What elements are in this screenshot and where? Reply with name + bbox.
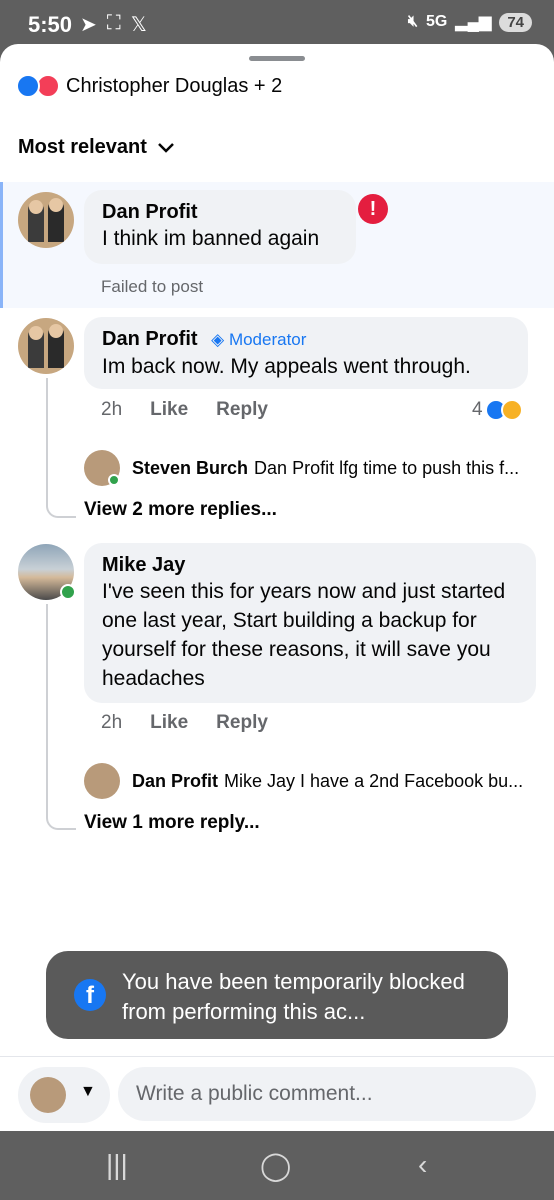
chevron-down-icon <box>158 142 174 153</box>
comment-author-name[interactable]: Dan Profit <box>102 328 198 350</box>
comment-composer: ▼ <box>0 1056 554 1131</box>
status-right: 🔇︎ 5G ▂▄▆ 74 <box>408 12 532 32</box>
x-icon: 𝕏 <box>130 14 147 36</box>
mute-icon: 🔇︎ <box>407 13 419 30</box>
battery-indicator: 74 <box>499 12 532 32</box>
comments-sheet: Christopher Douglas + 2 Most relevant Da… <box>0 44 554 1131</box>
reply-text: Mike Jay I have a 2nd Facebook bu... <box>224 770 524 791</box>
comment-bubble[interactable]: Mike Jay I've seen this for years now an… <box>84 543 536 703</box>
comment-actions: 2h Like Reply <box>101 399 268 421</box>
reply-author[interactable]: Steven Burch <box>132 458 248 479</box>
signal-icon: ▂▄▆ <box>455 14 492 31</box>
toast-message: You have been temporarily blocked from p… <box>122 969 465 1024</box>
reaction-count: 4 <box>472 399 483 420</box>
care-reaction-icon <box>500 399 523 421</box>
thread-line <box>46 438 76 518</box>
comment-input[interactable] <box>118 1067 536 1121</box>
like-reaction-icon <box>16 74 40 98</box>
comment-actions: 2h Like Reply <box>101 712 268 734</box>
caret-down-icon: ▼ <box>80 1083 96 1100</box>
failed-status: Failed to post <box>101 277 204 296</box>
back-icon[interactable]: ‹ <box>418 1149 427 1181</box>
like-button[interactable]: Like <box>150 399 188 421</box>
network-label: 5G <box>426 13 448 30</box>
comment-time: 2h <box>101 399 123 420</box>
comment-text: Im back now. My appeals went through. <box>102 355 471 378</box>
online-indicator <box>108 474 120 486</box>
screenshot-icon: ⛶ <box>106 12 121 34</box>
reply-button[interactable]: Reply <box>216 399 268 421</box>
avatar[interactable] <box>84 450 120 486</box>
notification-icons: ➤ ⛶ 𝕏 <box>80 12 147 37</box>
status-bar: 5:50 ➤ ⛶ 𝕏 🔇︎ 5G ▂▄▆ 74 <box>0 0 554 44</box>
reactions-summary[interactable]: Christopher Douglas + 2 <box>16 74 282 98</box>
error-icon[interactable]: ! <box>358 194 388 224</box>
system-nav-bar: ||| ◯ ‹ <box>0 1131 554 1200</box>
reply-button[interactable]: Reply <box>216 712 268 734</box>
sort-dropdown[interactable]: Most relevant <box>18 136 175 159</box>
thread-line <box>46 604 48 754</box>
status-time: 5:50 <box>28 12 73 37</box>
comment-time: 2h <box>101 712 123 733</box>
comment-author: Dan Profit ◈ Moderator <box>102 327 510 352</box>
avatar[interactable] <box>84 763 120 799</box>
avatar[interactable] <box>18 192 74 248</box>
comment-author[interactable]: Mike Jay <box>102 553 518 577</box>
reply-author[interactable]: Dan Profit <box>132 771 218 792</box>
avatar <box>30 1077 66 1113</box>
view-more-replies[interactable]: View 1 more reply... <box>84 812 260 834</box>
telegram-icon: ➤ <box>80 14 97 36</box>
blocked-toast: f You have been temporarily blocked from… <box>46 951 508 1039</box>
comment-text: I think im banned again <box>102 227 320 250</box>
reply-preview[interactable]: Steven Burch Dan Profit lfg time to push… <box>84 450 544 486</box>
sort-label: Most relevant <box>18 136 147 158</box>
recents-icon[interactable]: ||| <box>106 1149 128 1181</box>
account-switcher[interactable]: ▼ <box>18 1067 110 1123</box>
thread-line <box>46 754 76 830</box>
reactors-names: Christopher Douglas + 2 <box>66 74 283 97</box>
diamond-icon: ◈ <box>211 330 225 349</box>
comment-text: I've seen this for years now and just st… <box>102 580 506 690</box>
view-more-replies[interactable]: View 2 more replies... <box>84 499 277 521</box>
moderator-label: Moderator <box>228 330 307 349</box>
reply-preview[interactable]: Dan Profit Mike Jay I have a 2nd Faceboo… <box>84 763 544 799</box>
comment-bubble[interactable]: Dan Profit ◈ Moderator Im back now. My a… <box>84 317 528 389</box>
home-icon[interactable]: ◯ <box>260 1149 291 1182</box>
moderator-badge: ◈ Moderator <box>211 330 306 349</box>
avatar[interactable] <box>18 318 74 374</box>
drag-handle[interactable] <box>249 56 305 61</box>
comment-bubble[interactable]: Dan Profit I think im banned again <box>84 190 356 264</box>
online-indicator <box>60 584 76 600</box>
comment-reactions[interactable]: 4 <box>472 399 523 421</box>
comment-author[interactable]: Dan Profit <box>102 200 338 224</box>
thread-line <box>46 378 48 438</box>
reply-text: Dan Profit lfg time to push this f... <box>254 457 520 478</box>
facebook-icon: f <box>74 979 106 1011</box>
like-button[interactable]: Like <box>150 712 188 734</box>
